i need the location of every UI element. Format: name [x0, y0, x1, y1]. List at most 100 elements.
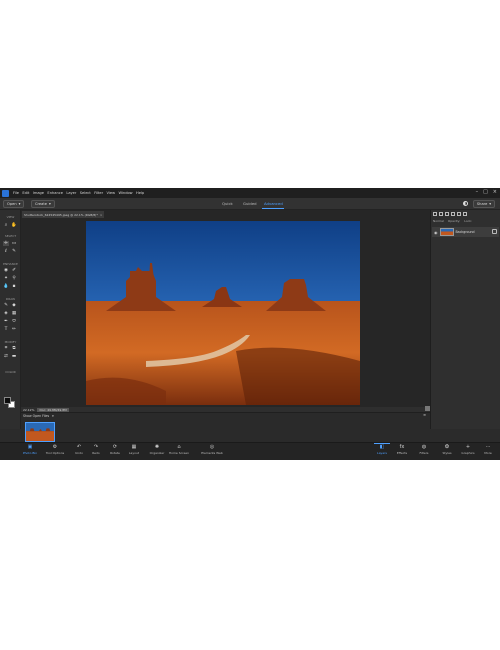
eye-tool-icon[interactable]: ◉ [3, 268, 9, 273]
menu-enhance[interactable]: Enhance [47, 191, 63, 195]
theme-toggle-icon[interactable] [463, 201, 468, 206]
chevron-down-icon: ▾ [52, 414, 54, 418]
recompose-tool-icon[interactable]: ⧉ [11, 346, 17, 351]
menu-edit[interactable]: Edit [22, 191, 29, 195]
menu-filter[interactable]: Filter [94, 191, 103, 195]
document-tab-title: Shutterstock_624545495.jpeg @ 22.1% (RGB… [24, 212, 98, 217]
straighten-tool-icon[interactable]: ▬ [11, 354, 17, 359]
lock-icon[interactable] [492, 229, 497, 234]
effects-icon: fx [399, 444, 405, 450]
window-controls: – □ × [476, 189, 497, 195]
taskbar-label: Redo [92, 451, 100, 455]
menu-help[interactable]: Help [136, 191, 144, 195]
pencil-tool-icon[interactable]: ✏ [11, 327, 17, 332]
taskbar-more[interactable]: ··· More [475, 444, 500, 460]
menu-layer[interactable]: Layer [66, 191, 76, 195]
menu-image[interactable]: Image [33, 191, 44, 195]
taskbar-label: Home Screen [168, 451, 190, 455]
content-aware-move-tool-icon[interactable]: ⇄ [3, 354, 9, 359]
spot-healing-tool-icon[interactable]: ✐ [11, 268, 17, 273]
maximize-icon[interactable]: □ [483, 189, 488, 195]
taskbar-label: Undo [75, 451, 83, 455]
toolbox-section-enhance: ENHANCE [3, 262, 18, 266]
styles-icon: ❂ [444, 444, 450, 450]
create-button-label: Create [35, 202, 47, 206]
rotate-icon: ⟳ [112, 444, 118, 450]
lasso-tool-icon[interactable]: ℓ [3, 249, 9, 254]
create-button[interactable]: Create ▾ [31, 200, 55, 208]
gradient-tool-icon[interactable]: ▦ [11, 311, 17, 316]
eyedropper-tool-icon[interactable]: ✒ [3, 319, 9, 324]
blend-row: Normal Opacity: Lock: [433, 219, 472, 223]
chevron-down-icon: ▾ [18, 202, 21, 206]
taskbar-tool-options[interactable]: ⚙ Tool Options [42, 444, 68, 460]
type-tool-icon[interactable]: T [3, 327, 9, 332]
minimize-icon[interactable]: – [476, 189, 479, 195]
brush-tool-icon[interactable]: ✎ [3, 303, 9, 308]
eraser-tool-icon[interactable]: ◆ [11, 303, 17, 308]
tab-quick[interactable]: Quick [222, 201, 233, 206]
new-group-icon[interactable] [439, 212, 443, 216]
graphics-icon: + [465, 444, 471, 450]
delete-layer-icon[interactable] [463, 212, 467, 216]
sponge-tool-icon[interactable]: ▪ [11, 284, 17, 289]
shape-tool-icon[interactable]: ⬭ [11, 319, 17, 324]
close-icon[interactable]: × [100, 213, 103, 217]
taskbar-photo-bin[interactable]: ▣ Photo Bin [17, 444, 43, 460]
document-tab[interactable]: Shutterstock_624545495.jpeg @ 22.1% (RGB… [22, 211, 104, 218]
photo-bin-thumbnail[interactable] [25, 422, 55, 442]
zoom-level: 22.12% [23, 407, 35, 412]
taskbar-label: Elements Web [201, 451, 223, 455]
blur-tool-icon[interactable]: 💧 [3, 284, 9, 289]
menu-window[interactable]: Window [118, 191, 132, 195]
blend-mode-select[interactable]: Normal [433, 219, 444, 223]
document-info[interactable]: Doc: 49.8M/49.8M [37, 407, 69, 412]
quick-selection-tool-icon[interactable]: ✎ [11, 249, 17, 254]
layer-row-background[interactable]: ◉ Background [432, 227, 499, 237]
taskbar-home-screen[interactable]: ⌂ Home Screen [166, 444, 192, 460]
new-layer-icon[interactable] [433, 212, 437, 216]
tab-guided[interactable]: Guided [243, 201, 257, 206]
lock-transparency-icon[interactable] [457, 212, 461, 216]
layer-mask-icon[interactable] [451, 212, 455, 216]
clone-stamp-tool-icon[interactable]: ⚲ [11, 276, 17, 281]
photo-bin-header[interactable]: Show Open Files ▾ [23, 414, 54, 418]
opacity-label: Opacity: [447, 219, 461, 223]
marquee-tool-icon[interactable]: ▭ [11, 241, 17, 246]
menu-view[interactable]: View [107, 191, 116, 195]
close-icon[interactable]: × [493, 189, 497, 195]
tab-advanced[interactable]: Advanced [264, 201, 283, 206]
smart-brush-tool-icon[interactable]: ✦ [3, 276, 9, 281]
layer-name: Background [455, 230, 475, 234]
organizer-icon: ✺ [154, 444, 160, 450]
lock-label: Lock: [464, 219, 473, 223]
crop-tool-icon[interactable]: ⌗ [3, 346, 9, 351]
app-logo-icon [2, 189, 9, 197]
open-button-label: Open [7, 202, 17, 206]
share-button[interactable]: Share ▾ [473, 200, 495, 208]
hand-tool-icon[interactable]: ✋ [11, 223, 17, 228]
photo-bin-dropdown[interactable]: Show Open Files [23, 414, 49, 418]
menu-select[interactable]: Select [80, 191, 91, 195]
move-tool-icon[interactable]: ✛ [3, 241, 9, 246]
photoshop-elements-window: File Edit Image Enhance Layer Select Fil… [0, 188, 500, 460]
home-icon: ⌂ [177, 444, 181, 450]
taskbar-label: Photo Bin [22, 451, 38, 455]
taskbar-label: Graphics [461, 451, 475, 455]
foreground-color-swatch[interactable] [4, 397, 11, 404]
menu-file[interactable]: File [13, 191, 19, 195]
elements-web-icon: ◎ [209, 444, 215, 450]
tool-options-icon: ⚙ [52, 444, 58, 450]
redo-icon: ↷ [93, 444, 99, 450]
layers-icon: ◧ [379, 444, 385, 450]
taskbar-elements-web[interactable]: ◎ Elements Web [199, 444, 225, 460]
paint-bucket-tool-icon[interactable]: ◈ [3, 311, 9, 316]
taskbar-label: Styles [442, 451, 452, 455]
mode-bar: Open ▾ Create ▾ Quick Guided Advanced Sh… [0, 198, 500, 210]
open-button[interactable]: Open ▾ [3, 200, 25, 208]
more-options-icon[interactable]: ≡ [423, 413, 426, 417]
zoom-tool-icon[interactable]: ⌕ [3, 223, 9, 228]
adjustment-layer-icon[interactable] [445, 212, 449, 216]
eye-icon[interactable]: ◉ [434, 230, 438, 235]
canvas-image[interactable] [86, 221, 360, 405]
